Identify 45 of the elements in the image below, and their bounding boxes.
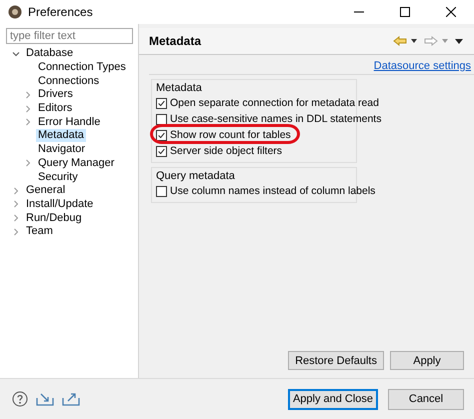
view-menu-icon	[455, 38, 463, 44]
tree-item[interactable]: General	[24, 184, 68, 198]
group-title: Metadata	[156, 82, 203, 94]
dialog-button[interactable]: Apply and Close	[288, 388, 378, 410]
window-title: Preferences	[28, 5, 93, 19]
help-icon	[12, 391, 28, 407]
filter-field[interactable]: type filter text	[6, 28, 133, 44]
export-icon	[62, 392, 80, 406]
option-label: Use case-sensitive names in DDL statements	[170, 113, 382, 125]
tree-item[interactable]: Drivers	[36, 88, 75, 102]
tree-item[interactable]: Query Manager	[36, 156, 116, 170]
maximize-icon	[400, 7, 410, 17]
checkbox[interactable]	[156, 98, 167, 108]
tree-item[interactable]: Security	[36, 170, 80, 184]
tree-item[interactable]: Install/Update	[24, 198, 96, 211]
checkbox[interactable]	[156, 146, 167, 156]
tree-item[interactable]: Connections	[36, 74, 102, 88]
option-label: Server side object filters	[170, 145, 282, 157]
tree-item[interactable]: Metadata	[36, 129, 86, 142]
dropdown-icon	[411, 39, 417, 43]
option-label: Open separate connection for metadata read	[170, 97, 379, 109]
app-icon	[8, 5, 22, 19]
import-icon	[36, 392, 54, 406]
option-label: Show row count for tables	[170, 129, 291, 141]
tree-item[interactable]: Run/Debug	[24, 212, 84, 225]
tree-item[interactable]: Navigator	[36, 143, 88, 156]
dialog-button[interactable]: Cancel	[388, 388, 464, 410]
tree-item[interactable]: Team	[24, 225, 55, 238]
back-arrow-icon	[393, 36, 407, 46]
page-button[interactable]: Apply	[390, 351, 464, 370]
option-label: Use column names instead of column labels	[170, 185, 376, 197]
tree-item[interactable]: Editors	[36, 102, 74, 116]
dropdown-icon	[442, 39, 448, 43]
datasource-settings-link[interactable]: Datasource settings	[374, 60, 471, 72]
page-button[interactable]: Restore Defaults	[288, 351, 384, 370]
checkbox[interactable]	[156, 130, 167, 140]
close-icon	[446, 7, 456, 17]
forward-arrow-icon	[424, 36, 438, 46]
group-title: Query metadata	[156, 170, 236, 182]
tree-item[interactable]: Connection Types	[36, 61, 128, 74]
tree-item[interactable]: Error Handle	[36, 116, 102, 129]
tree-item[interactable]: Database	[24, 47, 76, 60]
checkbox[interactable]	[156, 186, 167, 196]
checkbox[interactable]	[156, 114, 167, 124]
page-title: Metadata	[149, 34, 202, 48]
